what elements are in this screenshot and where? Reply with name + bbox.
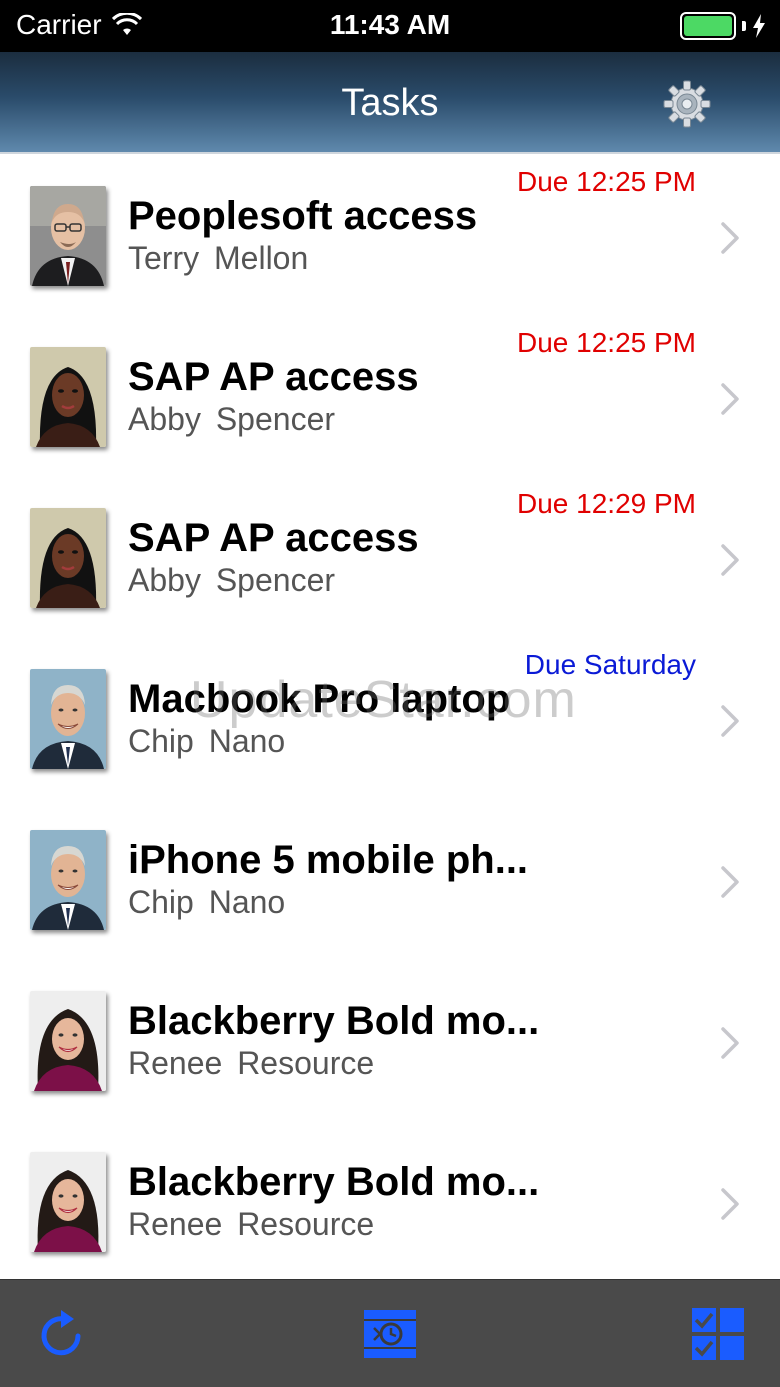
- avatar: [30, 186, 106, 286]
- task-row[interactable]: Blackberry Bold mo... Renee Resource: [0, 1122, 780, 1283]
- requester-name: Chip Nano: [128, 884, 285, 921]
- chevron-right-icon: [721, 1027, 739, 1059]
- chevron-right-icon: [721, 705, 739, 737]
- requester-first-name: Abby: [128, 401, 201, 437]
- requester-name: Renee Resource: [128, 1206, 374, 1243]
- navigation-bar: Tasks: [0, 52, 780, 154]
- task-row[interactable]: Due Saturday Macbook Pro laptop Chip Nan…: [0, 639, 780, 800]
- requester-first-name: Renee: [128, 1045, 223, 1081]
- status-time: 11:43 AM: [329, 9, 451, 40]
- battery-tip: [742, 21, 746, 31]
- tab-bar: [0, 1279, 780, 1387]
- requester-first-name: Terry: [128, 240, 200, 276]
- chevron-right-icon: [721, 866, 739, 898]
- task-row[interactable]: Due 12:25 PM SAP AP access Abby Spencer: [0, 317, 780, 478]
- task-title: SAP AP access: [128, 516, 419, 560]
- status-bar: Carrier 11:43 AM: [0, 0, 780, 52]
- requester-name: Renee Resource: [128, 1045, 374, 1082]
- requester-first-name: Abby: [128, 562, 201, 598]
- requester-last-name: Nano: [208, 723, 286, 759]
- timer-icon[interactable]: [362, 1306, 418, 1362]
- battery-icon: [680, 12, 736, 40]
- task-row[interactable]: Due 12:25 PM Peoplesoft access Terry Mel…: [0, 156, 780, 317]
- avatar: [30, 830, 106, 930]
- task-title: Macbook Pro laptop: [128, 677, 511, 721]
- chevron-right-icon: [721, 383, 739, 415]
- requester-last-name: Spencer: [215, 401, 336, 437]
- task-row[interactable]: iPhone 5 mobile ph... Chip Nano: [0, 800, 780, 961]
- requester-first-name: Renee: [128, 1206, 223, 1242]
- checklist-icon[interactable]: [690, 1306, 746, 1362]
- requester-last-name: Nano: [208, 884, 286, 920]
- avatar: [30, 991, 106, 1091]
- task-title: Blackberry Bold mo...: [128, 999, 540, 1043]
- due-label: Due Saturday: [524, 649, 696, 680]
- requester-name: Chip Nano: [128, 723, 285, 760]
- task-title: Blackberry Bold mo...: [128, 1160, 540, 1204]
- requester-first-name: Chip: [128, 884, 194, 920]
- chevron-right-icon: [721, 222, 739, 254]
- task-title: SAP AP access: [128, 355, 419, 399]
- requester-last-name: Mellon: [214, 240, 309, 276]
- chevron-right-icon: [721, 544, 739, 576]
- task-title: iPhone 5 mobile ph...: [128, 838, 529, 882]
- requester-name: Abby Spencer: [128, 562, 335, 599]
- task-list: Due 12:25 PM Peoplesoft access Terry Mel…: [0, 156, 780, 1283]
- charging-icon: [753, 14, 765, 38]
- refresh-icon[interactable]: [34, 1306, 90, 1362]
- requester-first-name: Chip: [128, 723, 194, 759]
- avatar: [30, 669, 106, 769]
- requester-last-name: Resource: [237, 1045, 375, 1081]
- requester-name: Abby Spencer: [128, 401, 335, 438]
- avatar: [30, 508, 106, 608]
- avatar: [30, 347, 106, 447]
- due-label: Due 12:25 PM: [517, 327, 696, 358]
- requester-last-name: Resource: [237, 1206, 375, 1242]
- chevron-right-icon: [721, 1188, 739, 1220]
- battery-level: [684, 16, 732, 36]
- due-label: Due 12:29 PM: [517, 488, 696, 519]
- gear-icon[interactable]: [662, 79, 712, 129]
- task-row[interactable]: Due 12:29 PM SAP AP access Abby Spencer: [0, 478, 780, 639]
- requester-name: Terry Mellon: [128, 240, 308, 277]
- task-row[interactable]: Blackberry Bold mo... Renee Resource: [0, 961, 780, 1122]
- requester-last-name: Spencer: [215, 562, 336, 598]
- avatar: [30, 1152, 106, 1252]
- task-title: Peoplesoft access: [128, 194, 478, 238]
- due-label: Due 12:25 PM: [517, 166, 696, 197]
- battery-indicator: [680, 12, 766, 40]
